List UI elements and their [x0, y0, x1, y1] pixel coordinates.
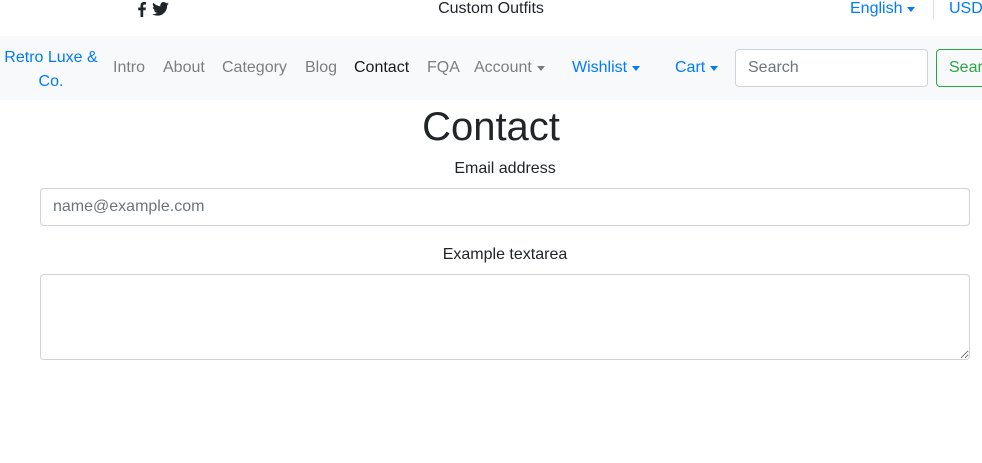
cart-dropdown[interactable]: Cart: [675, 56, 719, 80]
cart-label: Cart: [675, 59, 706, 76]
message-textarea[interactable]: [40, 274, 970, 360]
nav-item-fqa[interactable]: FQA: [427, 56, 460, 80]
wishlist-dropdown[interactable]: Wishlist: [572, 56, 641, 80]
caret-down-icon: [907, 6, 916, 12]
site-tagline: Custom Outfits: [438, 0, 544, 17]
caret-down-icon: [632, 65, 641, 71]
caret-down-icon: [710, 65, 719, 71]
search-input[interactable]: [735, 49, 928, 87]
email-label: Email address: [454, 160, 556, 177]
email-field[interactable]: [40, 188, 970, 226]
nav-item-about[interactable]: About: [163, 56, 205, 80]
currency-link[interactable]: USD: [949, 0, 982, 19]
textarea-label: Example textarea: [442, 246, 568, 263]
divider: [933, 0, 934, 19]
caret-down-icon: [536, 65, 545, 71]
navbar: Retro Luxe & Co. Intro About Category Bl…: [0, 36, 982, 100]
search-button[interactable]: Search: [936, 49, 982, 87]
page-title: Contact: [422, 105, 560, 149]
nav-item-blog[interactable]: Blog: [305, 56, 337, 80]
brand-link[interactable]: Retro Luxe & Co.: [0, 46, 102, 94]
nav-item-contact[interactable]: Contact: [354, 56, 409, 80]
wishlist-label: Wishlist: [572, 59, 628, 76]
nav-item-category[interactable]: Category: [222, 56, 287, 80]
nav-item-intro[interactable]: Intro: [113, 56, 145, 80]
nav-item-account[interactable]: Account: [474, 56, 545, 80]
language-dropdown[interactable]: English: [850, 0, 916, 19]
account-label: Account: [474, 59, 532, 76]
top-bar: Custom Outfits English USD: [0, 0, 982, 36]
language-label: English: [850, 0, 903, 17]
